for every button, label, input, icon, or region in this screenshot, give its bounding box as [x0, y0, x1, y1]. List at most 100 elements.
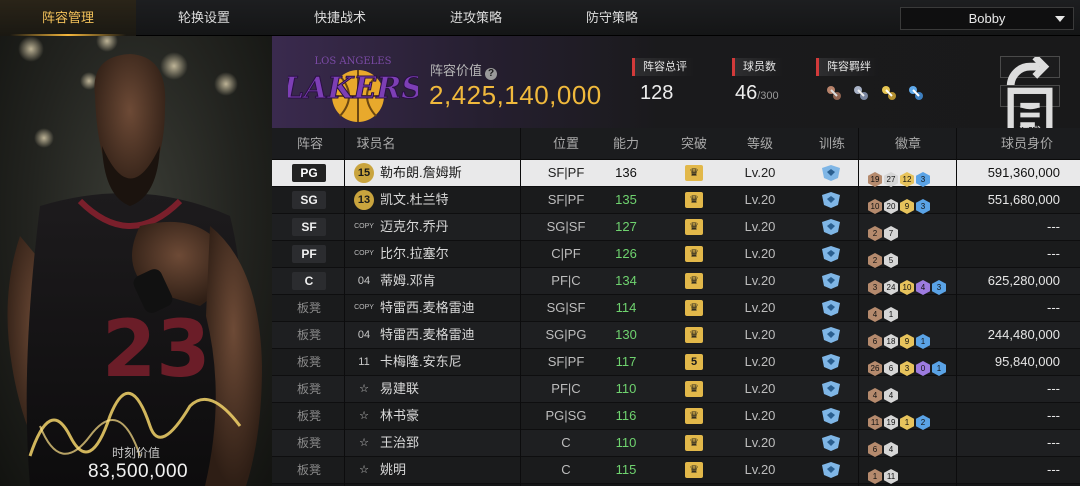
badge-bronze[interactable]: 6 [868, 442, 882, 457]
slot-label[interactable]: SF [292, 218, 326, 236]
training-icon[interactable] [820, 327, 842, 343]
training-icon[interactable] [820, 219, 842, 235]
badge-gold[interactable]: 9 [900, 334, 914, 349]
slot-label[interactable]: 板凳 [292, 299, 326, 317]
crown-icon[interactable]: ♛ [685, 327, 703, 343]
col-position[interactable]: 位置 [526, 128, 606, 160]
badge-silver[interactable]: 4 [884, 388, 898, 403]
badge-silver[interactable]: 4 [884, 442, 898, 457]
badge-blue[interactable]: 3 [916, 199, 930, 214]
col-breakthrough[interactable]: 突破 [674, 128, 714, 160]
player-name[interactable]: 特雷西.麦格雷迪 [380, 295, 530, 321]
training-icon[interactable] [820, 192, 842, 208]
col-name[interactable]: 球员名 [356, 128, 396, 160]
col-slot[interactable]: 阵容 [288, 128, 332, 160]
player-card[interactable]: 23 时刻价值 83,500,000 [0, 36, 272, 486]
table-row[interactable]: SG 13 凯文.杜兰特 SF|PF 135 ♛ Lv.20 10 20 9 3 551,680,00… [272, 187, 1080, 214]
badge-bronze[interactable]: 2 [868, 253, 882, 268]
crown-icon[interactable]: ♛ [685, 381, 703, 397]
crown-icon[interactable]: ♛ [685, 246, 703, 262]
tab-rotation[interactable]: 轮换设置 [136, 0, 272, 36]
player-name[interactable]: 特雷西.麦格雷迪 [380, 322, 530, 348]
table-row[interactable]: 板凳 ☆ 王治郅 C 110 ♛ Lv.20 6 4 --- [272, 430, 1080, 457]
crown-icon[interactable]: 5 [685, 354, 703, 370]
player-name[interactable]: 王治郅 [380, 430, 530, 456]
badge-silver[interactable]: 19 [884, 415, 898, 430]
badge-silver[interactable]: 27 [884, 172, 898, 187]
col-ability[interactable]: 能力 [606, 128, 646, 160]
player-name[interactable]: 凯文.杜兰特 [380, 187, 530, 213]
crown-icon[interactable]: ♛ [685, 273, 703, 289]
crown-icon[interactable]: ♛ [685, 435, 703, 451]
badge-bronze[interactable]: 26 [868, 361, 882, 376]
player-name[interactable]: 蒂姆.邓肯 [380, 268, 530, 294]
table-row[interactable]: PF COPY 比尔.拉塞尔 C|PF 126 ♛ Lv.20 2 5 --- [272, 241, 1080, 268]
bond-icons[interactable] [824, 83, 929, 103]
badge-blue[interactable]: 3 [916, 172, 930, 187]
slot-label[interactable]: SG [292, 191, 326, 209]
bond-silver-icon[interactable] [851, 83, 871, 103]
user-dropdown[interactable]: Bobby [900, 7, 1074, 30]
slot-label[interactable]: 板凳 [292, 380, 326, 398]
badge-bronze[interactable]: 10 [868, 199, 882, 214]
help-icon[interactable]: ? [485, 68, 498, 80]
slot-label[interactable]: PG [292, 164, 326, 182]
badge-silver[interactable]: 18 [884, 334, 898, 349]
player-name[interactable]: 姚明 [380, 457, 530, 483]
training-icon[interactable] [820, 408, 842, 424]
table-row[interactable]: PG 15 勒布朗.詹姆斯 SF|PF 136 ♛ Lv.20 19 27 12 3 591,360,… [272, 160, 1080, 187]
tab-tactics[interactable]: 快捷战术 [272, 0, 408, 36]
badge-gold[interactable]: 12 [900, 172, 914, 187]
crown-icon[interactable]: ♛ [685, 462, 703, 478]
player-name[interactable]: 林书豪 [380, 403, 530, 429]
badge-bronze[interactable]: 3 [868, 280, 882, 295]
training-icon[interactable] [820, 462, 842, 478]
training-icon[interactable] [820, 300, 842, 316]
badge-silver[interactable]: 7 [884, 226, 898, 241]
table-row[interactable]: 板凳 ☆ 姚明 C 115 ♛ Lv.20 1 11 --- [272, 457, 1080, 484]
training-icon[interactable] [820, 165, 842, 181]
col-salary[interactable]: 球员身价 [992, 128, 1062, 160]
crown-icon[interactable]: ♛ [685, 165, 703, 181]
table-row[interactable]: 板凳 ☆ 易建联 PF|C 110 ♛ Lv.20 4 4 --- [272, 376, 1080, 403]
badge-silver[interactable]: 24 [884, 280, 898, 295]
badge-bronze[interactable]: 4 [868, 388, 882, 403]
pick-button[interactable]: 选拔 [1000, 54, 1060, 138]
badge-bronze[interactable]: 4 [868, 307, 882, 322]
col-training[interactable]: 训练 [812, 128, 852, 160]
table-row[interactable]: 板凳 COPY 特雷西.麦格雷迪 SG|SF 114 ♛ Lv.20 4 1 --- [272, 295, 1080, 322]
badge-bronze[interactable]: 6 [868, 334, 882, 349]
badge-bronze[interactable]: 11 [868, 415, 882, 430]
badge-gold[interactable]: 10 [900, 280, 914, 295]
slot-label[interactable]: PF [292, 245, 326, 263]
slot-label[interactable]: 板凳 [292, 407, 326, 425]
player-name[interactable]: 卡梅隆.安东尼 [380, 349, 530, 375]
slot-label[interactable]: C [292, 272, 326, 290]
badge-blue[interactable]: 1 [932, 361, 946, 376]
training-icon[interactable] [820, 435, 842, 451]
table-row[interactable]: SF COPY 迈克尔.乔丹 SG|SF 127 ♛ Lv.20 2 7 --- [272, 214, 1080, 241]
badge-blue[interactable]: 2 [916, 415, 930, 430]
slot-label[interactable]: 板凳 [292, 461, 326, 479]
badge-bronze[interactable]: 2 [868, 226, 882, 241]
badge-silver[interactable]: 5 [884, 253, 898, 268]
player-name[interactable]: 迈克尔.乔丹 [380, 214, 530, 240]
tab-offense[interactable]: 进攻策略 [408, 0, 544, 36]
player-name[interactable]: 勒布朗.詹姆斯 [380, 160, 530, 186]
table-row[interactable]: 板凳 ☆ 林书豪 PG|SG 116 ♛ Lv.20 11 19 1 2 --- [272, 403, 1080, 430]
crown-icon[interactable]: ♛ [685, 219, 703, 235]
table-row[interactable]: C 04 蒂姆.邓肯 PF|C 134 ♛ Lv.20 3 24 10 4 3 625,280,000 [272, 268, 1080, 295]
bond-blue-icon[interactable] [906, 83, 926, 103]
training-icon[interactable] [820, 246, 842, 262]
crown-icon[interactable]: ♛ [685, 300, 703, 316]
badge-blue[interactable]: 3 [932, 280, 946, 295]
badge-purple[interactable]: 0 [916, 361, 930, 376]
training-icon[interactable] [820, 381, 842, 397]
col-level[interactable]: 等级 [740, 128, 780, 160]
badge-silver[interactable]: 20 [884, 199, 898, 214]
bond-bronze-icon[interactable] [824, 83, 844, 103]
training-icon[interactable] [820, 354, 842, 370]
badge-bronze[interactable]: 1 [868, 469, 882, 484]
tab-defense[interactable]: 防守策略 [544, 0, 680, 36]
slot-label[interactable]: 板凳 [292, 353, 326, 371]
